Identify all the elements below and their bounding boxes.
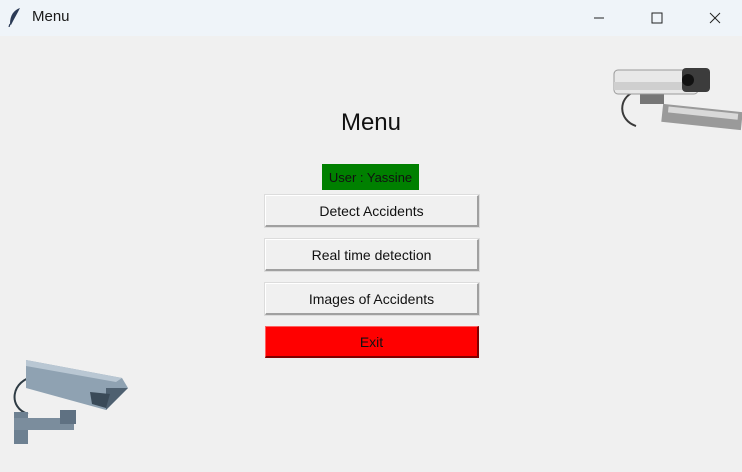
real-time-detection-button[interactable]: Real time detection — [264, 238, 480, 272]
exit-button[interactable]: Exit — [265, 326, 479, 358]
close-button[interactable] — [686, 0, 742, 36]
window-titlebar[interactable]: Menu — [0, 0, 742, 36]
maximize-button[interactable] — [628, 0, 686, 36]
feather-icon — [8, 8, 20, 27]
detect-accidents-button[interactable]: Detect Accidents — [264, 194, 480, 228]
menu-heading: Menu — [340, 109, 402, 136]
user-label: User : Yassine — [322, 164, 419, 190]
minimize-icon — [594, 17, 604, 19]
close-icon — [709, 12, 721, 24]
maximize-icon — [651, 12, 663, 24]
window-title: Menu — [32, 8, 70, 25]
images-of-accidents-button[interactable]: Images of Accidents — [264, 282, 480, 316]
security-camera-icon — [13, 360, 128, 444]
minimize-button[interactable] — [570, 0, 628, 36]
